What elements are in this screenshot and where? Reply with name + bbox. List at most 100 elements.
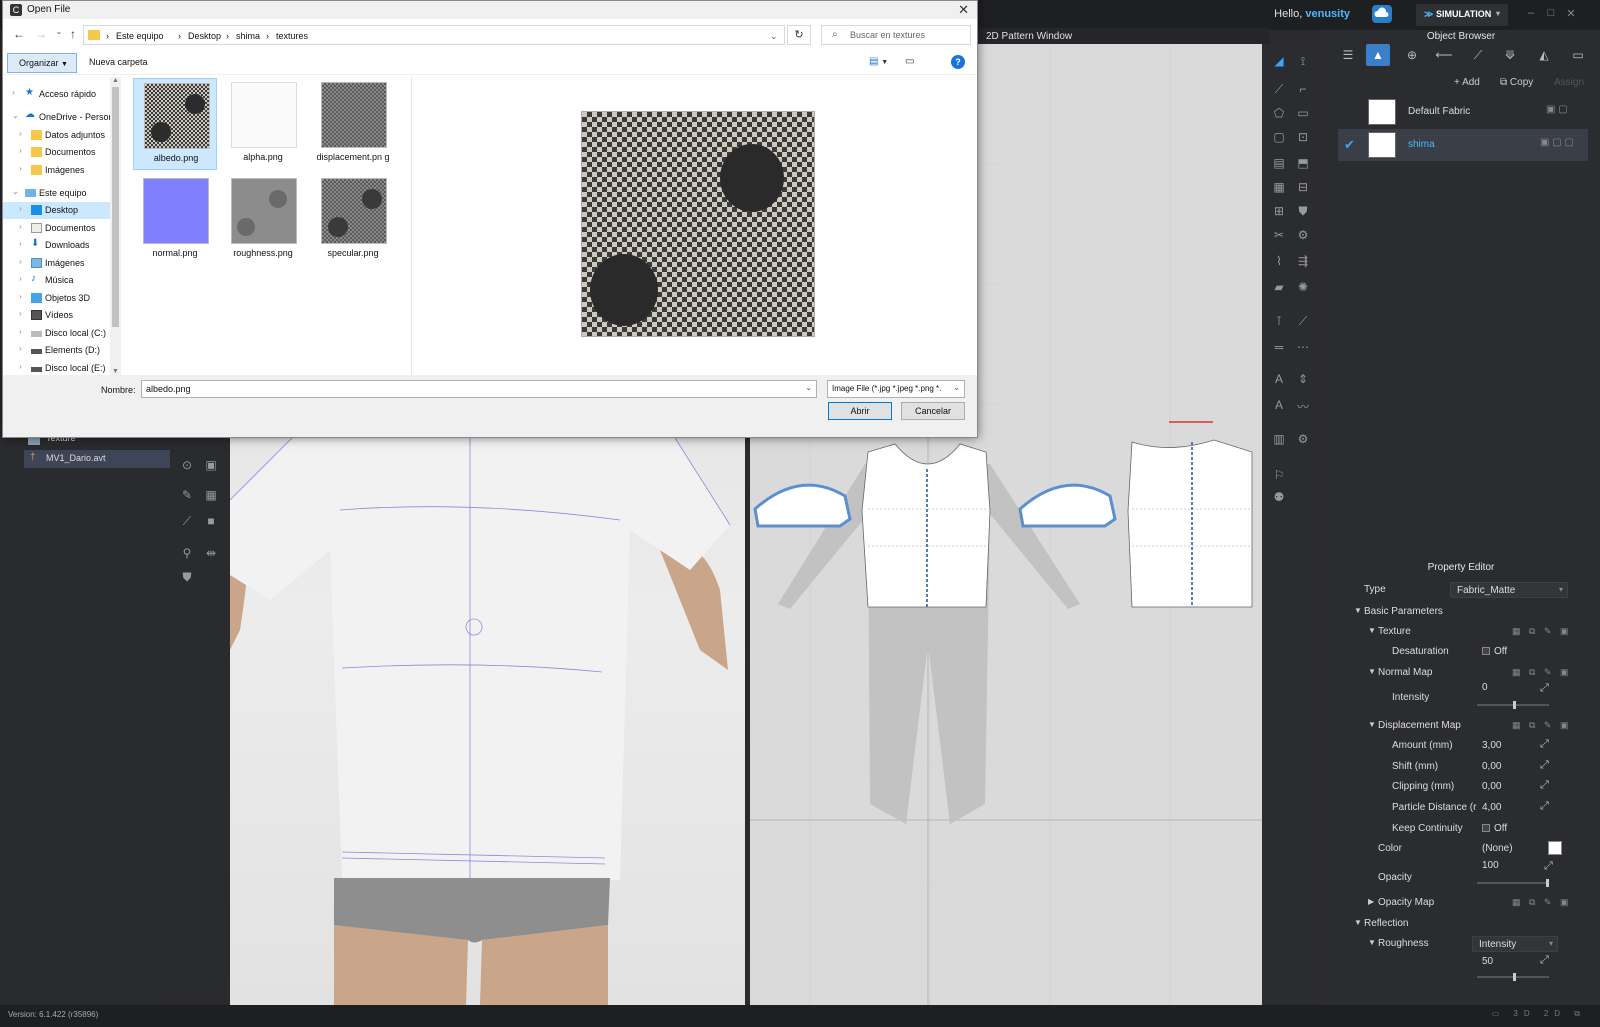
scroll-up-icon[interactable]: ▲	[112, 77, 119, 84]
desaturation-checkbox[interactable]: Off	[1482, 646, 1507, 657]
fitting-icon[interactable]: ⚉	[1270, 490, 1288, 508]
nav-item-videos[interactable]: › Vídeos	[3, 307, 111, 324]
cloud-sync-button[interactable]	[1372, 5, 1392, 23]
polygon-icon[interactable]: ⬠	[1270, 106, 1288, 124]
texture-section[interactable]: ▼ Texture ▦ ⧉ ✎ ▣	[1322, 622, 1600, 642]
add-fabric-button[interactable]: + Add	[1454, 74, 1480, 92]
assign-fabric-button[interactable]: Assign	[1554, 74, 1584, 92]
address-bar[interactable]: › Este equipo › Desktop › shima › textur…	[83, 25, 785, 45]
help-icon[interactable]: ?	[951, 55, 965, 69]
organize-button[interactable]: Organizar ▼	[7, 53, 77, 73]
color-swatch[interactable]	[1548, 841, 1562, 855]
shirt-icon[interactable]: ⛊	[178, 570, 196, 588]
edit-pattern-icon[interactable]: ◢	[1270, 54, 1288, 72]
transform-pattern-icon[interactable]: ⟟	[1294, 54, 1312, 72]
trim-tab-icon[interactable]: ◭	[1532, 44, 1556, 66]
nav-item-imagenes-onedrive[interactable]: › Imágenes	[3, 162, 111, 179]
roughness-value[interactable]: 50	[1482, 956, 1493, 967]
file-item-normal[interactable]: normal.png	[133, 174, 217, 266]
fabric-actions-icon[interactable]: ▣ ▢	[1546, 104, 1568, 115]
garment-tool-icon[interactable]: ⚲	[178, 546, 196, 564]
trace-icon[interactable]: ⌇	[1270, 254, 1288, 272]
topstitch-tab-icon[interactable]: ⟋	[1466, 44, 1490, 66]
nav-item-objetos-3d[interactable]: › Objetos 3D	[3, 290, 111, 307]
nav-item-elements-d[interactable]: › Elements (D:)	[3, 342, 111, 359]
displacement-actions-icon[interactable]: ▦ ⧉ ✎ ▣	[1512, 720, 1571, 731]
camera-icon[interactable]: ▰	[1270, 280, 1288, 298]
tape-tool-icon[interactable]: ⟋	[178, 514, 196, 532]
displacement-map-section[interactable]: ▼ Displacement Map ▦ ⧉ ✎ ▣	[1322, 716, 1600, 736]
notch-icon[interactable]: ⋯	[1294, 340, 1312, 358]
eyedropper-icon[interactable]: ⤢	[1540, 800, 1549, 813]
zipper-tab-icon[interactable]: ⟱	[1498, 44, 1522, 66]
search-input[interactable]: ⌕ Buscar en textures	[821, 25, 971, 45]
edit-point-icon[interactable]: ⟋	[1270, 82, 1288, 100]
nav-item-acceso-rapido[interactable]: › ★ Acceso rápido	[3, 86, 111, 103]
internal-polygon-icon[interactable]: ▢	[1270, 130, 1288, 148]
maximize-button[interactable]: □	[1544, 7, 1558, 21]
up-arrow-icon[interactable]: ↑	[65, 27, 81, 43]
new-folder-button[interactable]: Nueva carpeta	[89, 57, 148, 67]
zipper-icon[interactable]: ⇶	[1294, 254, 1312, 272]
filename-input[interactable]: albedo.png ⌄	[141, 380, 817, 398]
puckering-tab-icon[interactable]: ▭	[1566, 44, 1590, 66]
eyedropper-icon[interactable]: ⤢	[1544, 860, 1553, 873]
annotation-icon[interactable]: A	[1270, 372, 1288, 390]
slider-knob[interactable]	[1546, 879, 1549, 887]
sewing-icon[interactable]: ▦	[1270, 180, 1288, 198]
view-mode-icon[interactable]: ▤	[869, 56, 878, 67]
fold-icon[interactable]: ⊟	[1294, 180, 1312, 198]
list-view-icon[interactable]: ☰	[1336, 44, 1360, 66]
puckering-icon[interactable]: ✺	[1294, 280, 1312, 298]
eyedropper-icon[interactable]: ⤢	[1540, 738, 1549, 751]
open-button[interactable]: Abrir	[828, 402, 892, 420]
nav-item-este-equipo[interactable]: ⌄ Este equipo	[3, 185, 111, 202]
fabric-tab-icon[interactable]: ▲	[1366, 44, 1390, 66]
settings-icon[interactable]: ⚙	[1294, 432, 1312, 450]
eyedropper-icon[interactable]: ⤢	[1540, 759, 1549, 772]
text-icon[interactable]: A	[1270, 398, 1288, 416]
grid-icon[interactable]: ▥	[1270, 432, 1288, 450]
breadcrumb-shima[interactable]: shima	[236, 31, 260, 41]
file-type-select[interactable]: Image File (*.jpg *.jpeg *.png *. ⌄	[827, 380, 965, 398]
measure-icon[interactable]: ⟋	[1294, 314, 1312, 332]
nav-item-disco-c[interactable]: › Disco local (C:)	[3, 325, 111, 342]
eyedropper-icon[interactable]: ⤢	[1540, 954, 1549, 967]
pin-tool-icon[interactable]: ✎	[178, 488, 196, 506]
texture-edit-icon[interactable]: ▤	[1270, 156, 1288, 174]
normal-map-actions-icon[interactable]: ▦ ⧉ ✎ ▣	[1512, 667, 1571, 678]
avatar-tool-icon[interactable]: ⚐	[1270, 468, 1288, 486]
select-mesh-icon[interactable]: ▣	[202, 458, 220, 476]
back-arrow-icon[interactable]: ←	[11, 27, 27, 43]
cut-icon[interactable]: ✂	[1270, 228, 1288, 246]
breadcrumb-desktop[interactable]: Desktop	[188, 31, 221, 41]
clipping-value[interactable]: 0,00	[1482, 781, 1501, 792]
forward-arrow-icon[interactable]: →	[33, 27, 49, 43]
file-item-roughness[interactable]: roughness.png	[221, 174, 305, 266]
minimize-button[interactable]: –	[1524, 7, 1538, 21]
free-sewing-icon[interactable]: ⊞	[1270, 204, 1288, 222]
view-options-icons[interactable]: ▤ ▼ ▭	[869, 56, 914, 67]
buttonhole-tab-icon[interactable]: ⟵	[1432, 44, 1456, 66]
graphic-icon[interactable]: ⬒	[1294, 156, 1312, 174]
shirt-tool-icon[interactable]: ⛊	[1294, 204, 1312, 222]
opacity-map-actions-icon[interactable]: ▦ ⧉ ✎ ▣	[1512, 897, 1571, 908]
simulation-mode-dropdown[interactable]: ≫ SIMULATION ▾	[1416, 4, 1508, 26]
intensity-slider[interactable]	[1477, 701, 1549, 709]
file-item-displacement[interactable]: displacement.pn g	[311, 78, 395, 170]
refresh-button[interactable]: ↻	[787, 25, 811, 45]
fill-tool-icon[interactable]: ■	[202, 514, 220, 532]
nav-item-disco-e[interactable]: › Disco local (E:)	[3, 360, 111, 375]
copy-fabric-button[interactable]: ⧉ Copy	[1500, 74, 1533, 92]
nav-item-documentos-onedrive[interactable]: › Documentos	[3, 144, 111, 161]
particle-distance-value[interactable]: 4,00	[1482, 802, 1501, 813]
breadcrumb-este-equipo[interactable]: Este equipo	[116, 31, 164, 41]
slider-knob[interactable]	[1513, 973, 1516, 981]
texture-actions-icon[interactable]: ▦ ⧉ ✎ ▣	[1512, 626, 1571, 637]
nav-item-musica[interactable]: › ♪ Música	[3, 272, 111, 289]
file-item-alpha[interactable]: alpha.png	[221, 78, 305, 170]
tape-measure-icon[interactable]: ═	[1270, 340, 1288, 358]
normal-map-section[interactable]: ▼ Normal Map ▦ ⧉ ✎ ▣	[1322, 663, 1600, 683]
close-window-button[interactable]: ✕	[1564, 7, 1578, 21]
amount-value[interactable]: 3,00	[1482, 740, 1501, 751]
